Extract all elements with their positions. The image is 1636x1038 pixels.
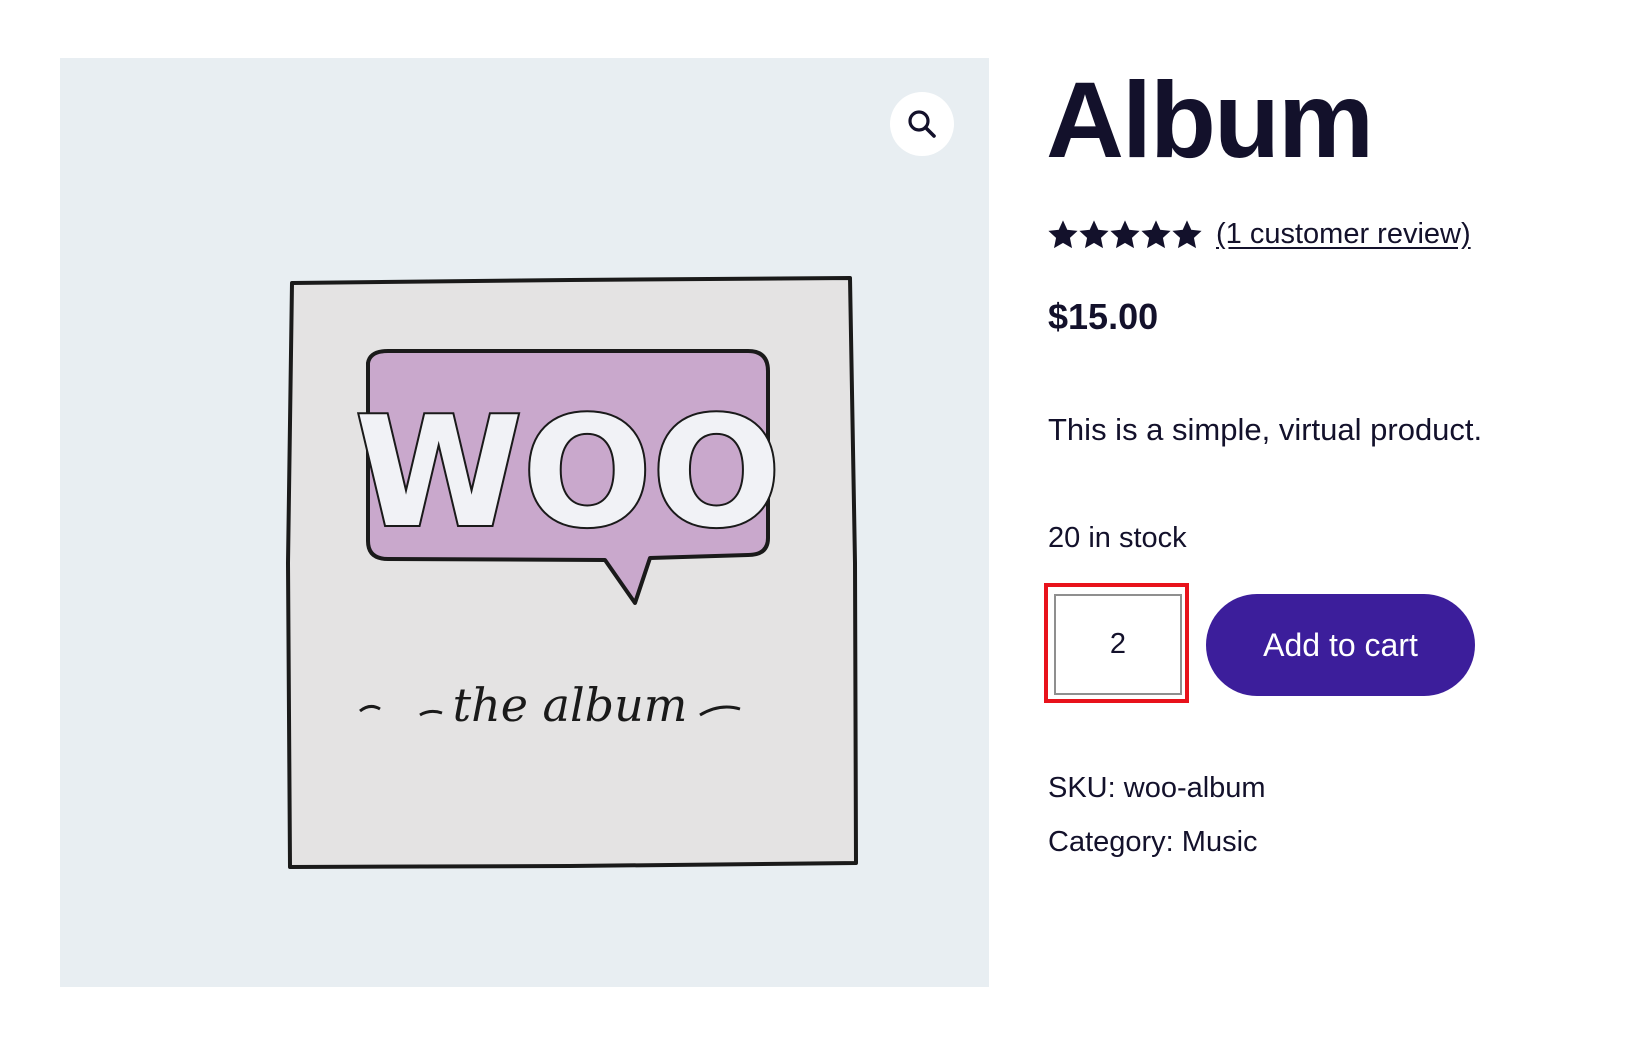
quantity-input[interactable] [1054, 594, 1182, 695]
category-link[interactable]: Music [1182, 826, 1258, 858]
category-label: Category: [1048, 826, 1174, 858]
product-category: Category: Music [1048, 826, 1258, 859]
sku-label: SKU: [1048, 772, 1116, 804]
product-description: This is a simple, virtual product. [1048, 412, 1483, 447]
product-title: Album [1046, 59, 1374, 180]
product-price: $15.00 [1048, 296, 1159, 337]
woo-logo-text: WOO [355, 384, 781, 561]
product-gallery: WOO the album [60, 58, 989, 987]
star-icon [1172, 219, 1202, 248]
zoom-button[interactable] [890, 92, 954, 156]
sku-value: woo-album [1123, 772, 1266, 804]
star-icon [1110, 219, 1140, 248]
star-icon [1141, 219, 1171, 248]
star-rating [1048, 219, 1202, 250]
add-to-cart-button[interactable]: Add to cart [1206, 594, 1475, 696]
rating-row: (1 customer review) [1048, 218, 1471, 251]
album-caption-text: the album [453, 678, 688, 732]
customer-review-link[interactable]: (1 customer review) [1216, 218, 1471, 251]
star-icon [1048, 219, 1078, 248]
stock-status: 20 in stock [1048, 522, 1187, 554]
star-icon [1079, 219, 1109, 248]
album-cover-image[interactable]: WOO the album [270, 263, 890, 883]
magnifier-icon [908, 110, 936, 138]
product-sku: SKU: woo-album [1048, 772, 1266, 805]
